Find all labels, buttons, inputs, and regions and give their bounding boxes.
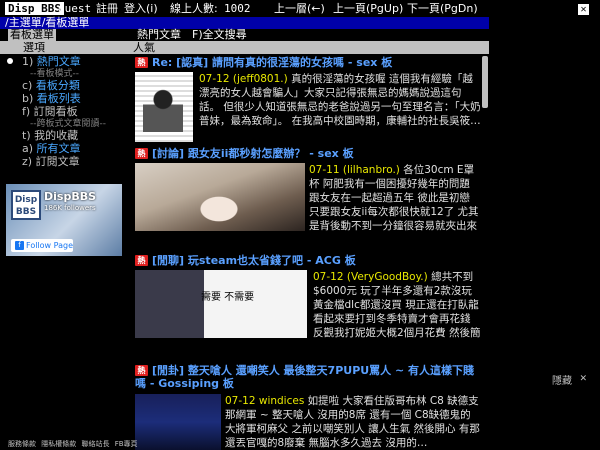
menu-item-favorites[interactable]: t) 我的收藏 (22, 130, 78, 142)
header-options: 選項 (23, 41, 45, 54)
facebook-follow-button[interactable]: f Follow Page (11, 239, 73, 252)
post-title[interactable]: 熱 [討論] 跟女友ii都秒射怎麼辦？ - sex 板 (135, 147, 354, 160)
menu-item-board-category[interactable]: c) 看板分類 (22, 80, 80, 92)
facebook-page-name[interactable]: DispBBS (44, 190, 96, 203)
post-item[interactable]: 熱[閒聊] 玩steam也太省錢了吧 - ACG 板 07-12 (VeryGo… (133, 254, 481, 362)
selection-bullet-icon (7, 58, 13, 64)
post-preview: 07-12 (VeryGoodBoy.) 總共不到$6000元 玩了半年多還有2… (313, 271, 481, 339)
menu-item-all-articles[interactable]: a) 所有文章 (22, 143, 81, 155)
post-title[interactable]: 熱 [閒聊] 玩steam也太省錢了吧 - ACG 板 (135, 254, 356, 267)
post-thumbnail[interactable] (135, 394, 221, 450)
post-title[interactable]: 熱 Re: [認真] 請問有真的很淫蕩的女孩嗎 - sex 板 (135, 56, 392, 69)
register-link[interactable]: 註冊 (96, 2, 118, 15)
footer-link-privacy[interactable]: 隱私權條款 (41, 440, 76, 448)
page-down-link[interactable]: 下一頁(PgDn) (407, 2, 478, 15)
ad-close-icon[interactable]: ✕ (580, 371, 587, 384)
close-icon[interactable]: ✕ (578, 4, 589, 15)
online-count-label: 線上人數: (170, 2, 218, 15)
tab-row: 看板選單 熱門文章 F)全文搜尋 (0, 29, 489, 41)
post-thumbnail[interactable] (135, 270, 307, 338)
footer-link-facebook[interactable]: FB專頁 (115, 440, 138, 448)
facebook-icon: f (15, 241, 24, 250)
hot-badge-icon: 熱 (135, 255, 148, 266)
login-link[interactable]: 登入(i) (124, 2, 158, 15)
menu-item-board-list[interactable]: b) 看板列表 (22, 93, 81, 105)
hot-badge-icon: 熱 (135, 57, 148, 68)
hot-badge-icon: 熱 (135, 148, 148, 159)
ad-hide-link[interactable]: 隱藏 (552, 372, 572, 387)
tab-fulltext-search[interactable]: F)全文搜尋 (192, 29, 247, 41)
post-preview: 07-12 (jeff0801.) 真的很淫蕩的女孩喔 這個我有經驗「越漂亮的女… (199, 73, 481, 127)
post-item[interactable]: 熱 Re: [認真] 請問有真的很淫蕩的女孩嗎 - sex 板 07-12 (je… (133, 56, 481, 148)
post-item[interactable]: 熱 [討論] 跟女友ii都秒射怎麼辦？ - sex 板 07-11 (lilhan… (133, 147, 481, 255)
footer-link-contact[interactable]: 聯絡站長 (81, 440, 109, 448)
hot-badge-icon: 熱 (135, 365, 148, 376)
post-item[interactable]: 熱 [閒卦] 整天嗆人 還嘲笑人 最後整天7PUPU罵人 ~ 有人這樣下賤嗎 - … (133, 364, 481, 450)
facebook-page-avatar: Disp BBS (11, 190, 41, 220)
footer-links: 服務條款 隱私權條款 聯絡站長 FB專頁 (8, 440, 141, 449)
scrollbar-thumb[interactable] (482, 56, 488, 108)
online-count-value: 1002 (224, 2, 251, 15)
post-preview: 07-12 windices 如提啦 大家看住版哥布林 C8 缺德支那網軍 ~ … (225, 395, 480, 449)
post-preview: 07-11 (lilhanbro.) 各位30cm E罩杯 阿肥我有一個困擾好幾… (309, 164, 479, 232)
footer-link-terms[interactable]: 服務條款 (8, 440, 36, 448)
site-logo[interactable]: Disp BBS (5, 2, 64, 15)
post-author[interactable]: (VeryGoodBoy.) (347, 271, 428, 283)
post-author[interactable]: (lilhanbro.) (343, 164, 400, 176)
menu-item-subscribed-articles[interactable]: z) 訂閱文章 (22, 156, 80, 168)
column-header: 選項 人氣 (0, 41, 489, 54)
post-author[interactable]: windices (259, 395, 304, 407)
facebook-page-widget[interactable]: Disp BBS DispBBS 186K followers f Follow … (6, 184, 122, 256)
facebook-follower-count: 186K followers (44, 204, 96, 212)
menu-item-subscribed-boards[interactable]: f) 訂閱看板 (22, 106, 78, 118)
hot-articles-feed: 熱 Re: [認真] 請問有真的很淫蕩的女孩嗎 - sex 板 07-12 (je… (133, 54, 481, 450)
top-bar: Disp BBS guest 註冊 登入(i) 線上人數: 1002 上一層(←… (0, 0, 600, 17)
feed-scrollbar[interactable] (481, 54, 489, 450)
up-level-link[interactable]: 上一層(←) (274, 2, 325, 15)
tab-hot-articles[interactable]: 熱門文章 (137, 29, 181, 41)
post-author[interactable]: (jeff0801.) (233, 73, 288, 85)
menu-item-hot-articles[interactable]: 1) 熱門文章 (22, 56, 81, 68)
guest-label: guest (58, 2, 92, 15)
header-popularity: 人氣 (133, 41, 155, 54)
tab-board-menu[interactable]: 看板選單 (8, 29, 56, 41)
page-up-link[interactable]: 上一頁(PgUp) (333, 2, 403, 15)
post-thumbnail[interactable] (135, 72, 193, 142)
post-title[interactable]: 熱 [閒卦] 整天嗆人 還嘲笑人 最後整天7PUPU罵人 ~ 有人這樣下賤嗎 - … (135, 364, 481, 390)
post-thumbnail[interactable] (135, 163, 305, 231)
